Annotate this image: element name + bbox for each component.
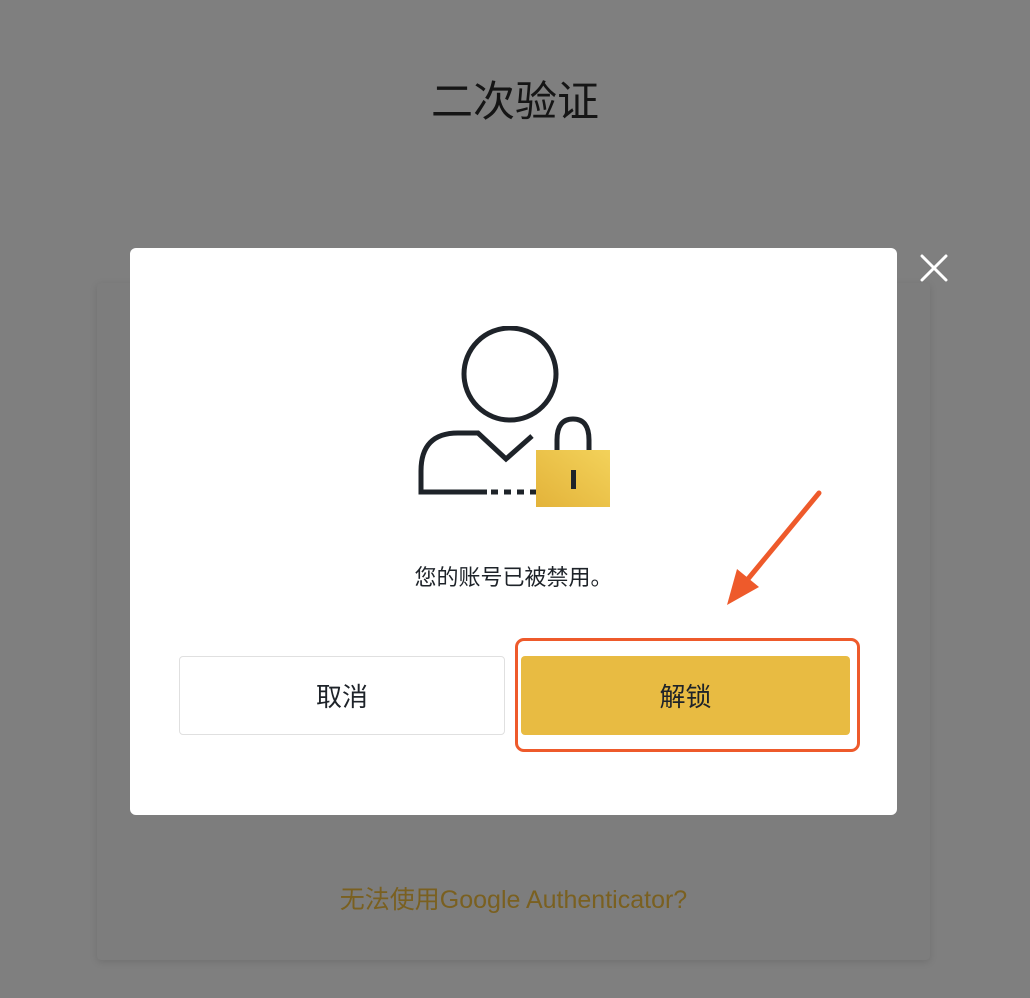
close-button[interactable] [918, 252, 950, 284]
cancel-button[interactable]: 取消 [179, 656, 505, 735]
user-lock-icon [418, 326, 610, 507]
google-authenticator-help-link[interactable]: 无法使用Google Authenticator? [97, 880, 930, 916]
close-icon [920, 254, 948, 282]
page-title: 二次验证 [430, 77, 599, 126]
annotation-arrow-icon [727, 490, 822, 605]
unlock-highlight-box [515, 638, 860, 752]
